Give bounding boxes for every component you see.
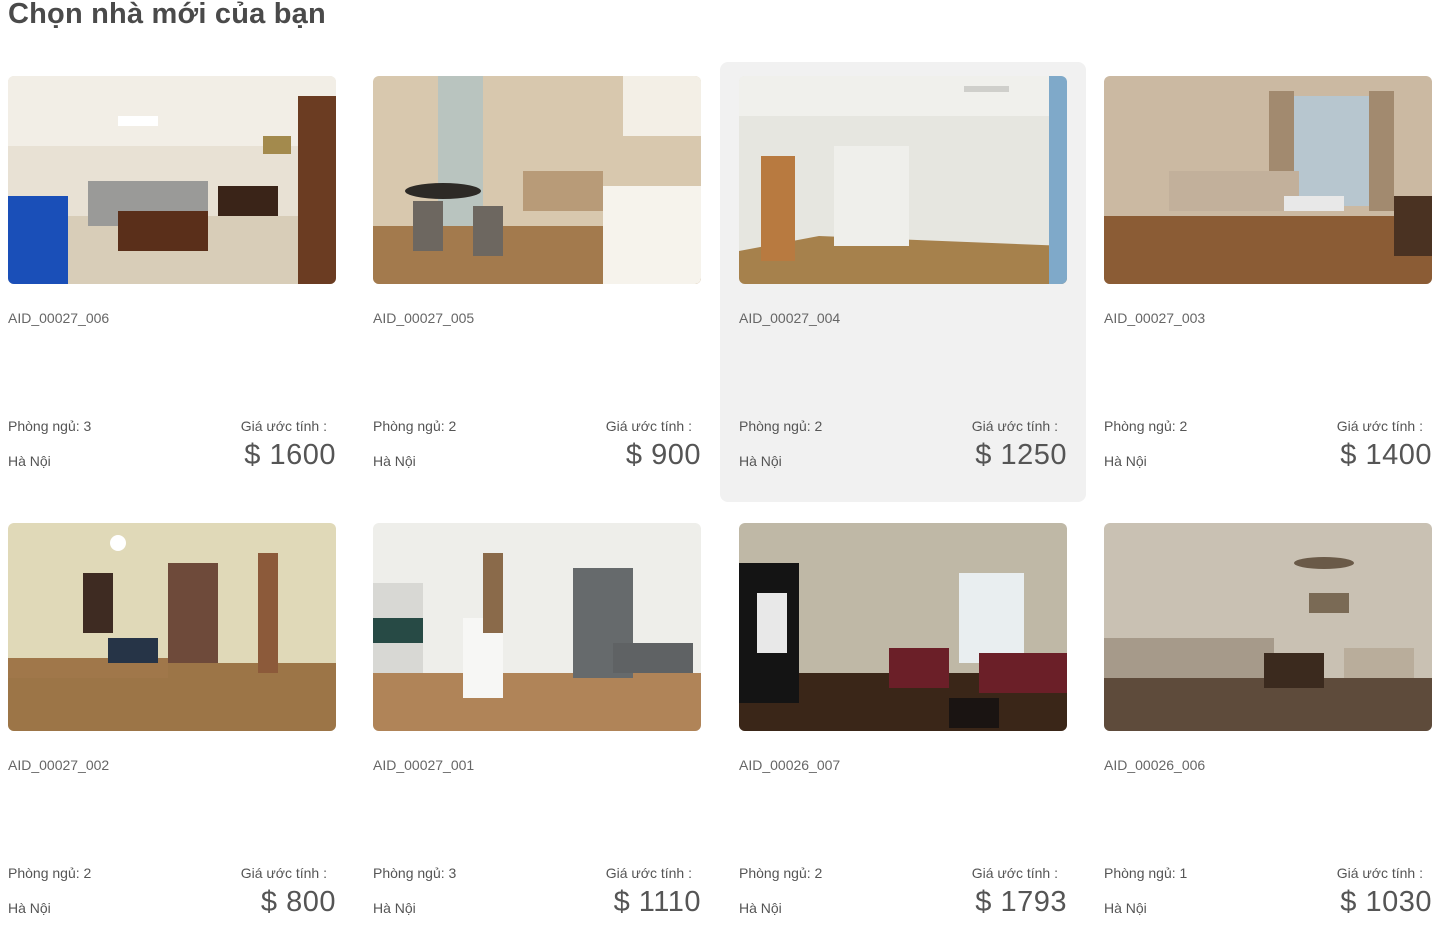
bedroom-count: Phòng ngủ: 2 xyxy=(739,418,823,434)
price: $ 1110 xyxy=(613,886,701,918)
listing-card[interactable]: AID_00027_003 Phòng ngủ: 2 Giá ước tính … xyxy=(1085,62,1443,502)
listing-code: AID_00027_005 xyxy=(373,310,475,326)
city: Hà Nội xyxy=(1104,900,1147,916)
listing-photo[interactable] xyxy=(739,76,1067,284)
price: $ 1793 xyxy=(975,886,1067,918)
price-label: Giá ước tính : xyxy=(605,418,692,434)
listing-photo[interactable] xyxy=(8,76,336,284)
listing-photo[interactable] xyxy=(373,523,701,731)
bedroom-count: Phòng ngủ: 2 xyxy=(8,865,92,881)
price: $ 900 xyxy=(625,439,701,471)
bedroom-count: Phòng ngủ: 3 xyxy=(373,865,457,881)
bedroom-count: Phòng ngủ: 2 xyxy=(1104,418,1188,434)
price-label: Giá ước tính : xyxy=(240,865,327,881)
city: Hà Nội xyxy=(739,453,782,469)
listing-photo[interactable] xyxy=(373,76,701,284)
city: Hà Nội xyxy=(8,900,51,916)
listing-code: AID_00026_007 xyxy=(739,757,841,773)
listing-card[interactable]: AID_00027_002 Phòng ngủ: 2 Giá ước tính … xyxy=(0,509,355,949)
listing-code: AID_00027_001 xyxy=(373,757,475,773)
page-title: Chọn nhà mới của bạn xyxy=(8,0,326,30)
listing-photo[interactable] xyxy=(1104,76,1432,284)
bedroom-count: Phòng ngủ: 2 xyxy=(739,865,823,881)
bedroom-count: Phòng ngủ: 2 xyxy=(373,418,457,434)
listing-card[interactable]: AID_00026_006 Phòng ngủ: 1 Giá ước tính … xyxy=(1085,509,1443,949)
listing-code: AID_00027_002 xyxy=(8,757,110,773)
price-label: Giá ước tính : xyxy=(971,418,1058,434)
price-label: Giá ước tính : xyxy=(1336,418,1423,434)
city: Hà Nội xyxy=(373,453,416,469)
price-label: Giá ước tính : xyxy=(240,418,327,434)
city: Hà Nội xyxy=(739,900,782,916)
price-label: Giá ước tính : xyxy=(605,865,692,881)
listing-code: AID_00027_003 xyxy=(1104,310,1206,326)
price: $ 800 xyxy=(260,886,336,918)
city: Hà Nội xyxy=(8,453,51,469)
listing-code: AID_00027_006 xyxy=(8,310,110,326)
listing-card[interactable]: AID_00027_006 Phòng ngủ: 3 Giá ước tính … xyxy=(0,62,355,502)
price-label: Giá ước tính : xyxy=(971,865,1058,881)
listing-code: AID_00026_006 xyxy=(1104,757,1206,773)
price: $ 1250 xyxy=(975,439,1067,471)
listing-photo[interactable] xyxy=(8,523,336,731)
listing-card[interactable]: AID_00026_007 Phòng ngủ: 2 Giá ước tính … xyxy=(720,509,1086,949)
listing-code: AID_00027_004 xyxy=(739,310,841,326)
city: Hà Nội xyxy=(373,900,416,916)
listing-card[interactable]: AID_00027_001 Phòng ngủ: 3 Giá ước tính … xyxy=(354,509,720,949)
bedroom-count: Phòng ngủ: 3 xyxy=(8,418,92,434)
price: $ 1030 xyxy=(1340,886,1432,918)
bedroom-count: Phòng ngủ: 1 xyxy=(1104,865,1188,881)
listing-photo[interactable] xyxy=(739,523,1067,731)
price-label: Giá ước tính : xyxy=(1336,865,1423,881)
listing-card[interactable]: AID_00027_005 Phòng ngủ: 2 Giá ước tính … xyxy=(354,62,720,502)
price: $ 1400 xyxy=(1340,439,1432,471)
listing-photo[interactable] xyxy=(1104,523,1432,731)
price: $ 1600 xyxy=(244,439,336,471)
city: Hà Nội xyxy=(1104,453,1147,469)
listing-card[interactable]: AID_00027_004 Phòng ngủ: 2 Giá ước tính … xyxy=(720,62,1086,502)
